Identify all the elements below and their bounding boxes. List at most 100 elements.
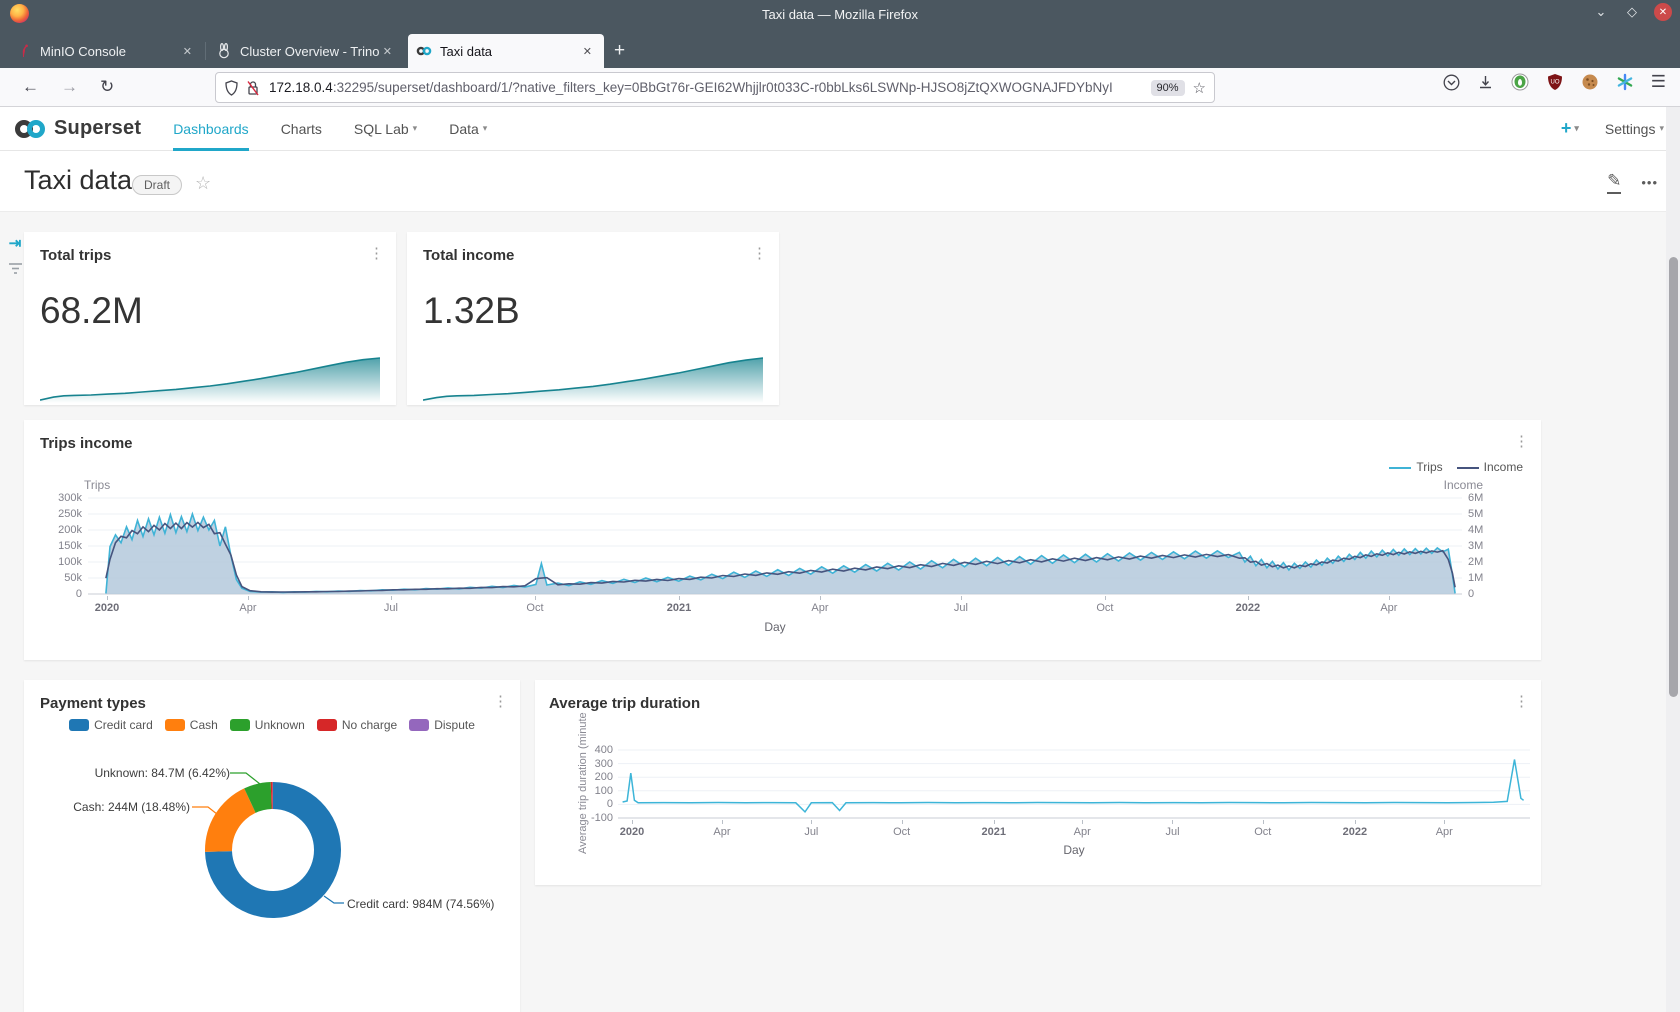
axis-tick-mark — [107, 596, 108, 600]
legend-item-dispute[interactable]: Dispute — [409, 718, 475, 732]
app-menu-icon[interactable]: ☰ — [1651, 72, 1666, 92]
axis-tick-label: Jul — [804, 826, 818, 838]
multicolor-asterisk-extension-icon[interactable] — [1616, 73, 1634, 91]
page-scrollbar-track[interactable] — [1666, 107, 1680, 1012]
more-options-icon[interactable]: ••• — [1641, 175, 1658, 190]
sparkline-chart — [40, 355, 380, 403]
window-minimize-icon[interactable]: ⌄ — [1592, 3, 1610, 21]
left-axis-title: Trips — [84, 478, 110, 492]
axis-tick-label: Oct — [526, 602, 543, 614]
url-bar[interactable]: 172.18.0.4:32295/superset/dashboard/1/?n… — [215, 72, 1215, 103]
svg-text:UO: UO — [1550, 80, 1559, 86]
expand-filter-bar-icon[interactable]: ⇥ — [9, 234, 22, 252]
zoom-level-badge[interactable]: 90% — [1151, 80, 1185, 96]
axis-tick-mark — [1105, 596, 1106, 600]
ublock-origin-icon[interactable]: UO — [1546, 73, 1564, 91]
chart-options-icon[interactable]: ⋮ — [1514, 432, 1529, 450]
bookmark-star-icon[interactable]: ☆ — [1193, 79, 1206, 97]
legend-swatch-icon — [230, 719, 250, 731]
tab-close-icon[interactable]: ✕ — [179, 43, 196, 60]
axis-tick-label: 5M — [1468, 508, 1504, 520]
axis-tick-label: 4M — [1468, 524, 1504, 536]
chart-options-icon[interactable]: ⋮ — [369, 244, 384, 262]
chart-options-icon[interactable]: ⋮ — [752, 244, 767, 262]
axis-tick-label: 2020 — [95, 602, 119, 614]
chart-options-icon[interactable]: ⋮ — [1514, 692, 1529, 710]
superset-logo[interactable]: Superset — [12, 117, 141, 141]
cookie-extension-icon[interactable] — [1581, 73, 1599, 91]
axis-tick-label: 0 — [42, 588, 82, 600]
tab-label: MinIO Console — [40, 44, 179, 59]
right-axis-title: Income — [1444, 478, 1483, 492]
axis-tick-mark — [820, 596, 821, 600]
axis-tick-label: Apr — [1380, 602, 1397, 614]
axis-tick-mark — [811, 820, 812, 824]
chart-legend[interactable]: Trips Income — [1389, 460, 1523, 474]
trips-income-chart[interactable] — [88, 496, 1462, 598]
draft-status-badge: Draft — [132, 175, 182, 195]
window-titlebar: Taxi data — Mozilla Firefox ⌄ ◇ ✕ — [0, 0, 1680, 28]
axis-tick-label: 2M — [1468, 556, 1504, 568]
axis-tick-mark — [1248, 596, 1249, 600]
axis-tick-mark — [1172, 820, 1173, 824]
settings-menu[interactable]: Settings▾ — [1605, 121, 1664, 137]
chart-title: Trips income — [40, 435, 133, 452]
window-restore-icon[interactable]: ◇ — [1623, 3, 1641, 21]
axis-tick-mark — [961, 596, 962, 600]
url-text[interactable]: 172.18.0.4:32295/superset/dashboard/1/?n… — [269, 80, 1143, 95]
axis-tick-label: Oct — [1096, 602, 1113, 614]
tab-close-icon[interactable]: ✕ — [579, 43, 596, 60]
tab-close-icon[interactable]: ✕ — [379, 43, 396, 60]
legend-item-unknown[interactable]: Unknown — [230, 718, 305, 732]
legend-item-credit-card[interactable]: Credit card — [69, 718, 153, 732]
edit-pencil-icon[interactable]: ✎ — [1607, 171, 1621, 194]
favorite-star-icon[interactable]: ☆ — [195, 173, 211, 194]
card-payment-types: Payment types ⋮ Credit cardCashUnknownNo… — [24, 680, 520, 1012]
downloads-icon[interactable] — [1477, 74, 1494, 91]
nav-sql-lab[interactable]: SQL Lab▾ — [354, 107, 417, 151]
back-button[interactable]: ← — [22, 77, 39, 97]
page-scrollbar-thumb[interactable] — [1669, 257, 1678, 697]
nav-data[interactable]: Data▾ — [449, 107, 487, 151]
axis-tick-label: 2021 — [667, 602, 691, 614]
axis-tick-label: 2022 — [1236, 602, 1260, 614]
legend-swatch-icon — [165, 719, 185, 731]
privacy-badger-icon[interactable] — [1511, 73, 1529, 91]
superset-infinity-icon — [12, 117, 48, 141]
tab-minio-console[interactable]: MinIO Console ✕ — [8, 34, 204, 68]
lock-insecure-icon[interactable] — [246, 80, 260, 96]
axis-tick-label: 2021 — [981, 826, 1005, 838]
axis-tick-mark — [391, 596, 392, 600]
forward-button[interactable]: → — [61, 77, 78, 97]
nav-dashboards[interactable]: Dashboards — [173, 107, 249, 151]
window-title: Taxi data — Mozilla Firefox — [0, 7, 1680, 22]
legend-swatch-icon — [69, 719, 89, 731]
chart-options-icon[interactable]: ⋮ — [493, 692, 508, 710]
legend-income: Income — [1457, 460, 1523, 474]
browser-tabbar: MinIO Console ✕ Cluster Overview - Trino… — [0, 28, 1680, 68]
axis-tick-mark — [994, 820, 995, 824]
reload-button[interactable]: ↻ — [100, 77, 114, 97]
axis-tick-mark — [1444, 820, 1445, 824]
pocket-icon[interactable] — [1443, 74, 1460, 91]
new-item-button[interactable]: +▾ — [1561, 118, 1579, 139]
duration-line-chart[interactable] — [618, 748, 1530, 822]
chart-legend[interactable]: Credit card Cash Unknown No charge Dispute — [24, 718, 520, 732]
filter-funnel-icon[interactable] — [8, 262, 23, 275]
legend-swatch-icon — [317, 719, 337, 731]
new-tab-button[interactable]: + — [614, 40, 625, 62]
dashboard-header: Taxi data Draft ☆ ✎ ••• — [0, 151, 1680, 212]
shield-icon[interactable] — [224, 80, 239, 96]
tab-trino[interactable]: Cluster Overview - Trino ✕ — [208, 34, 404, 68]
payment-donut-chart[interactable] — [188, 765, 358, 935]
axis-tick-mark — [679, 596, 680, 600]
nav-charts[interactable]: Charts — [281, 107, 322, 151]
tab-taxi-data[interactable]: Taxi data ✕ — [408, 34, 604, 68]
url-path: :32295/superset/dashboard/1/?native_filt… — [333, 80, 1113, 95]
legend-item-cash[interactable]: Cash — [165, 718, 218, 732]
card-total-trips: Total trips ⋮ 68.2M — [24, 232, 396, 405]
x-axis-label: Day — [764, 620, 785, 634]
window-close-icon[interactable]: ✕ — [1654, 3, 1672, 21]
legend-item-no-charge[interactable]: No charge — [317, 718, 397, 732]
callout-credit-card: Credit card: 984M (74.56%) — [347, 897, 494, 911]
